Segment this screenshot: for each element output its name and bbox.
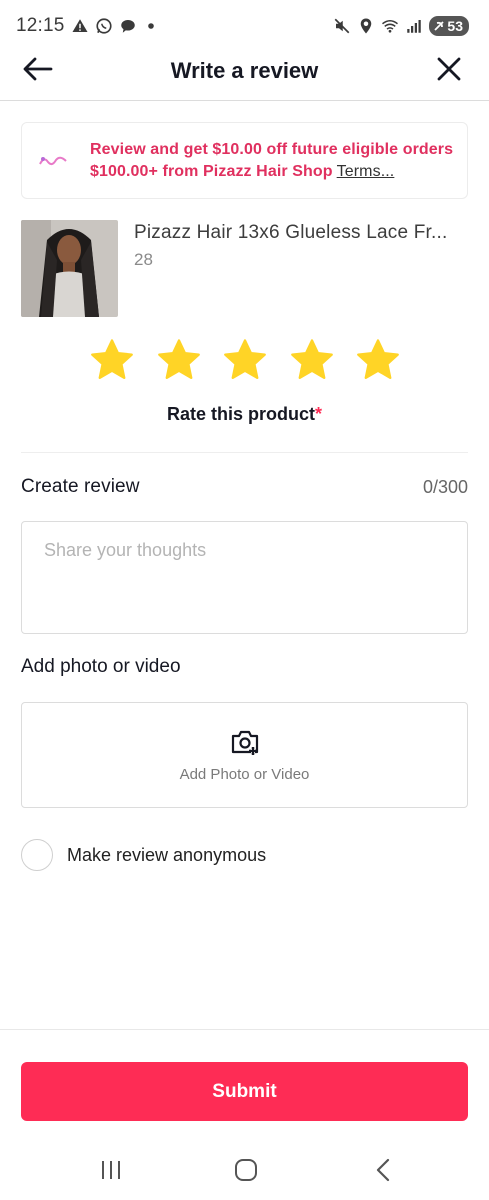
warning-icon: [72, 19, 88, 32]
required-mark: *: [315, 404, 323, 424]
notification-dot-icon: [147, 23, 154, 29]
battery-indicator: 53: [429, 16, 469, 36]
product-name[interactable]: Pizazz Hair 13x6 Glueless Lace Fr...: [134, 222, 464, 244]
signal-icon: [407, 20, 422, 33]
anonymous-toggle[interactable]: Make review anonymous: [21, 839, 266, 871]
battery-level: 53: [447, 18, 463, 34]
add-media-title: Add photo or video: [21, 656, 181, 677]
recent-apps-icon[interactable]: [95, 1154, 127, 1186]
star-rating: [89, 337, 401, 383]
star-2-icon[interactable]: [156, 337, 202, 383]
promo-text: Review and get $10.00 off future eligibl…: [90, 139, 457, 183]
create-review-title: Create review: [21, 476, 140, 497]
add-media-label: Add Photo or Video: [179, 765, 310, 783]
status-left: 12:15: [16, 15, 155, 37]
anonymous-label: Make review anonymous: [67, 844, 267, 865]
star-3-icon[interactable]: [222, 337, 268, 383]
back-arrow-icon[interactable]: [22, 53, 54, 85]
location-icon: [361, 18, 372, 34]
promo-message: Review and get $10.00 off future eligibl…: [90, 140, 454, 180]
page-title: Write a review: [170, 58, 319, 83]
promo-terms-link[interactable]: Terms...: [337, 163, 395, 180]
product-variant: 28: [134, 250, 153, 269]
footer-divider: [0, 1029, 489, 1030]
star-5-icon[interactable]: [355, 337, 401, 383]
star-4-icon[interactable]: [289, 337, 335, 383]
status-right: 53: [333, 16, 469, 36]
review-header: Create review 0/300: [21, 476, 468, 498]
section-divider: [21, 452, 468, 453]
header-divider: [0, 100, 489, 101]
add-media-button[interactable]: Add Photo or Video: [21, 702, 468, 808]
status-time: 12:15: [16, 15, 65, 36]
promo-banner: Review and get $10.00 off future eligibl…: [21, 122, 468, 199]
shop-logo-icon: [39, 156, 67, 165]
wifi-icon: [382, 20, 399, 33]
chat-bubble-icon: [120, 20, 135, 33]
whatsapp-icon: [95, 18, 112, 34]
mute-icon: [335, 18, 350, 34]
anonymous-radio[interactable]: [21, 839, 53, 871]
nav-back-icon[interactable]: [368, 1154, 400, 1186]
product-row: Pizazz Hair 13x6 Glueless Lace Fr... 28: [21, 220, 468, 317]
camera-add-icon: [231, 730, 258, 755]
battery-saver-icon: [434, 21, 445, 31]
rate-label: Rate this product*: [0, 404, 489, 425]
close-icon[interactable]: [433, 53, 465, 85]
product-photo-icon: [21, 220, 118, 317]
rate-label-text: Rate this product: [166, 404, 315, 424]
write-review-screen: 12:15 53 Write a review Review and get $…: [0, 0, 489, 1200]
review-textarea[interactable]: [21, 521, 468, 634]
char-counter: 0/300: [422, 476, 468, 497]
product-thumbnail: [21, 220, 118, 317]
star-1-icon[interactable]: [89, 337, 135, 383]
system-nav-bar: [0, 1140, 489, 1200]
app-header: Write a review: [0, 42, 489, 100]
submit-button[interactable]: Submit: [21, 1062, 468, 1121]
home-icon[interactable]: [230, 1154, 262, 1186]
product-info: Pizazz Hair 13x6 Glueless Lace Fr... 28: [134, 220, 464, 317]
